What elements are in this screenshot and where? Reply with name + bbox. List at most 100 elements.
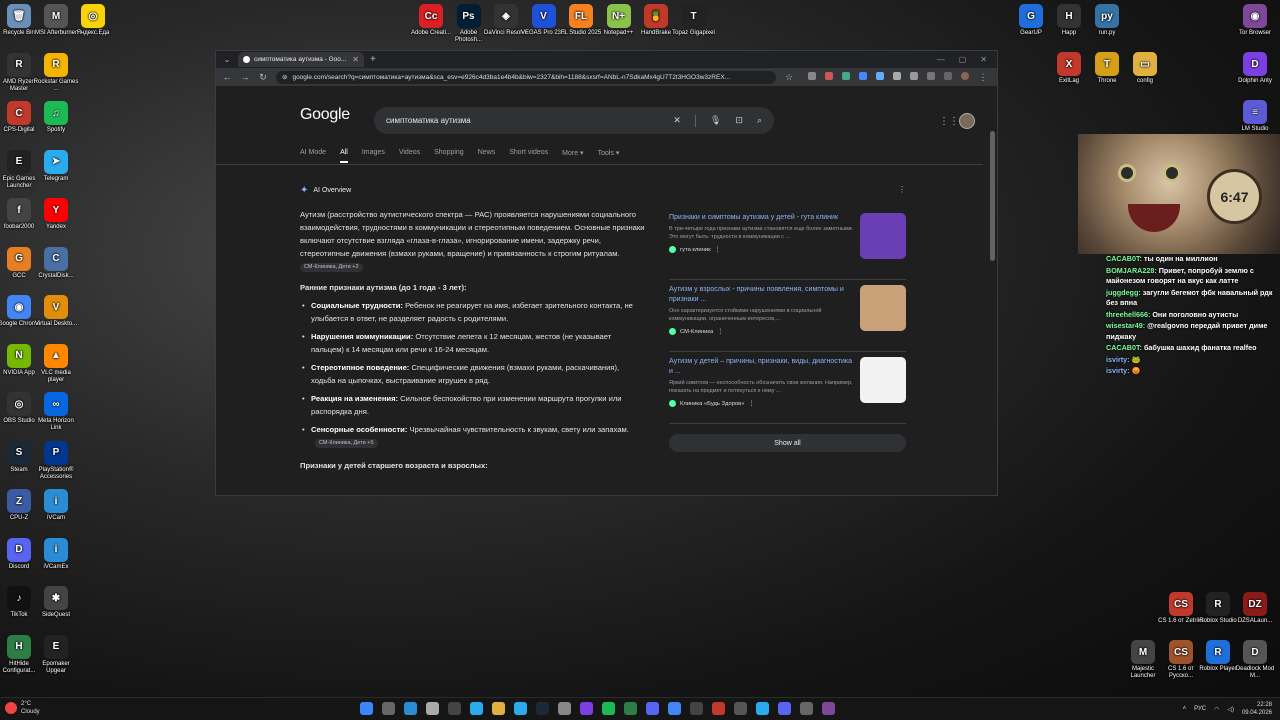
taskbar-app-icon[interactable] [800,702,813,715]
desktop-shortcut[interactable]: ♫ Spotify [33,101,79,134]
search-input[interactable]: симптоматика аутизма ✕ 🎙 ⊡ ⌕ [374,107,774,134]
weather-widget[interactable]: 2°C Cloudy [5,700,40,716]
maximize-icon[interactable]: ▢ [959,55,967,64]
more-options-icon[interactable]: ⋮ [898,185,906,194]
lens-camera-icon[interactable]: ⊡ [735,115,743,127]
desktop-shortcut[interactable]: D Dolphin Anty [1232,52,1278,85]
taskbar-app-icon[interactable] [492,702,505,715]
google-logo[interactable]: Google [300,106,350,124]
reload-icon[interactable]: ↻ [258,72,268,83]
taskbar-app-icon[interactable] [536,702,549,715]
clock[interactable]: 22:28 09.04.2026 [1242,701,1272,717]
taskbar-app-icon[interactable] [690,702,703,715]
microphone-icon[interactable]: 🎙 [710,115,721,127]
source-chip[interactable]: СМ-Клиника, Дети +5 [315,438,378,448]
more-options-icon[interactable]: ⋮ [717,329,723,335]
search-tab[interactable]: More ▾ [562,149,583,163]
desktop-shortcut[interactable]: ➤ Telegram [33,149,79,183]
taskbar-app-icon[interactable] [382,702,395,715]
desktop-shortcut[interactable]: R Rockstar Games ... [33,52,79,93]
taskbar-app-icon[interactable] [360,702,373,715]
chevron-up-icon[interactable]: ˄ [1183,706,1187,712]
desktop-shortcut[interactable]: C CrystalDisk... [33,246,79,280]
card-title[interactable]: Аутизм у взрослых - причины появления, с… [669,285,854,305]
taskbar-app-icon[interactable] [514,702,527,715]
desktop-shortcut[interactable]: ◎ Яндекс.Еда [70,4,116,37]
desktop-shortcut[interactable]: ◉ Tor Browser [1232,4,1278,37]
taskbar-app-icon[interactable] [404,702,417,715]
source-card[interactable]: Аутизм у взрослых - причины появления, с… [669,280,906,352]
source-card[interactable]: Признаки и симптомы аутизма у детей - гу… [669,208,906,280]
taskbar-app-icon[interactable] [470,702,483,715]
desktop-shortcut[interactable]: ▭ config [1122,52,1168,85]
taskbar-app-icon[interactable] [756,702,769,715]
downloads-icon[interactable] [927,71,935,80]
close-window-icon[interactable]: ✕ [980,55,987,64]
new-tab-button[interactable]: + [370,54,376,65]
show-all-button[interactable]: Show all [669,434,906,452]
taskbar-app-icon[interactable] [580,702,593,715]
star-bookmark-icon[interactable]: ☆ [784,72,794,83]
scrollbar[interactable] [990,131,995,261]
desktop-shortcut[interactable]: ≡ LM Studio [1232,100,1278,133]
desktop-shortcut[interactable]: py run.py [1084,4,1130,37]
search-tab[interactable]: AI Mode [300,149,326,163]
search-tab[interactable]: All [340,149,348,163]
close-tab-icon[interactable]: ✕ [352,55,359,64]
more-options-icon[interactable]: ⋮ [715,247,721,253]
extension-icon[interactable] [825,71,833,80]
account-avatar[interactable] [959,113,975,129]
search-tab[interactable]: Tools ▾ [598,149,620,163]
forward-icon[interactable]: → [240,72,250,82]
taskbar-app-icon[interactable] [734,702,747,715]
desktop-shortcut[interactable]: ▲ VLC media player [33,343,79,384]
desktop-shortcut[interactable]: V Virtual Deskto... [33,295,79,328]
search-tab[interactable]: Videos [399,149,420,163]
desktop-shortcut[interactable]: i iVCam [33,489,79,522]
desktop-shortcut[interactable]: T Topaz Gigapixel [671,4,717,37]
search-tab[interactable]: Images [362,149,385,163]
source-card[interactable]: Аутизм у детей – причины, признаки, виды… [669,352,906,424]
profile-avatar[interactable] [961,71,969,80]
taskbar-app-icon[interactable] [602,702,615,715]
more-options-icon[interactable]: ⋮ [748,401,754,407]
taskbar-app-icon[interactable] [778,702,791,715]
desktop-shortcut[interactable]: D Deadlock Mod M... [1232,640,1278,680]
volume-icon[interactable]: ◁) [1227,706,1234,713]
taskbar-app-icon[interactable] [822,702,835,715]
extension-icon[interactable] [859,71,867,80]
extension-icon[interactable] [876,71,884,80]
desktop-shortcut[interactable]: ∞ Meta Horizon Link [33,392,79,432]
minimize-icon[interactable]: — [937,55,945,64]
card-title[interactable]: Аутизм у детей – причины, признаки, виды… [669,357,854,377]
extension-icon[interactable] [808,71,816,80]
desktop-shortcut[interactable]: P PlayStation® Accessories [33,440,79,481]
tab-search-icon[interactable]: ⌄ [220,53,234,67]
desktop-shortcut[interactable]: i iVCamEx [33,537,79,571]
wifi-icon[interactable]: ◠ [1214,706,1219,713]
google-apps-icon[interactable]: ⋮⋮ [939,116,959,127]
browser-tab[interactable]: симптоматика аутизма - Goo... ✕ [238,52,364,67]
sidepanel-icon[interactable] [944,71,952,80]
site-info-icon[interactable]: ⊜ [282,73,287,81]
clear-search-icon[interactable]: ✕ [673,115,681,127]
taskbar-app-icon[interactable] [668,702,681,715]
desktop-shortcut[interactable]: DZ DZSALaun... [1232,592,1278,625]
menu-kebab-icon[interactable]: ⋮ [978,72,988,83]
card-title[interactable]: Признаки и симптомы аутизма у детей - гу… [669,213,854,223]
taskbar-app-icon[interactable] [558,702,571,715]
language-indicator[interactable]: РУС [1194,706,1206,712]
taskbar-app-icon[interactable] [646,702,659,715]
extension-icon[interactable] [842,71,850,80]
extensions-puzzle-icon[interactable] [910,71,918,80]
desktop-shortcut[interactable]: ✱ SideQuest [33,586,79,619]
taskbar-app-icon[interactable] [448,702,461,715]
search-icon[interactable]: ⌕ [757,115,762,127]
url-field[interactable]: ⊜ google.com/search?q=симптоматика+аутиз… [276,70,776,84]
desktop-shortcut[interactable]: E Epomaker Upgear [33,634,79,675]
back-icon[interactable]: ← [222,72,232,82]
taskbar-app-icon[interactable] [624,702,637,715]
taskbar-app-icon[interactable] [712,702,725,715]
desktop-shortcut[interactable]: Y Yandex [33,198,79,231]
search-tab[interactable]: Shopping [434,149,464,163]
